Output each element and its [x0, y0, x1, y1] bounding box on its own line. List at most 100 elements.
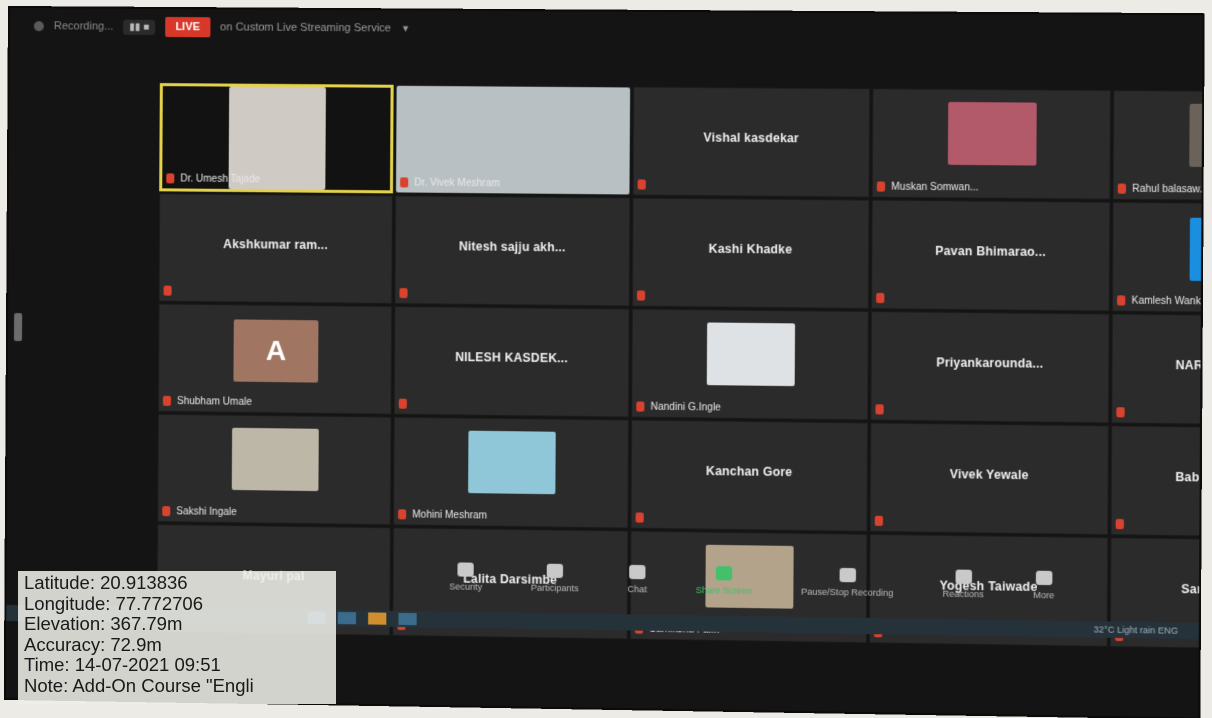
muted-mic-icon: [162, 506, 171, 517]
muted-mic-icon: [635, 512, 644, 523]
participant-tile[interactable]: A Shubham Umale: [157, 303, 393, 415]
participant-label: Muskan Somwan...: [891, 181, 979, 194]
accuracy-text: Accuracy: 72.9m: [24, 633, 162, 655]
participant-tile[interactable]: Babli rajma bara...: [1110, 425, 1203, 539]
participant-avatar: A: [233, 319, 319, 383]
participant-tile[interactable]: Nandini G.Ingle: [631, 308, 869, 421]
participant-name: Akshkumar ram...: [223, 237, 328, 253]
muted-mic-icon: [875, 404, 884, 415]
muted-mic-icon: [400, 177, 409, 188]
muted-mic-icon: [637, 179, 646, 190]
muted-mic-icon: [398, 398, 407, 409]
muted-mic-icon: [876, 181, 886, 192]
latitude-text: Latitude: 20.913836: [24, 572, 188, 593]
muted-mic-icon: [399, 287, 408, 299]
muted-mic-icon: [163, 285, 172, 296]
chevron-down-icon[interactable]: ▼: [401, 23, 410, 33]
chat-label: Chat: [627, 584, 647, 595]
pause-recording-button[interactable]: Pause/Stop Recording: [801, 567, 894, 617]
share-screen-icon: [715, 566, 733, 581]
security-label: Security: [449, 581, 483, 592]
participant-label: Sakshi Ingale: [176, 506, 237, 519]
participant-tile[interactable]: Dr. Umesh Tajade: [159, 83, 394, 194]
participant-label: Mohini Meshram: [412, 509, 488, 522]
participant-avatar: K: [1189, 217, 1203, 282]
participant-tile[interactable]: Vishal kasdekar: [632, 86, 871, 198]
longitude-text: Longitude: 77.772706: [24, 592, 204, 614]
participant-tile[interactable]: Akshkumar ram...: [158, 193, 393, 305]
muted-mic-icon: [874, 515, 884, 526]
participant-tile[interactable]: Pavan Bhimarao...: [870, 199, 1111, 312]
chat-button[interactable]: Chat: [627, 564, 647, 614]
share-screen-label: Share Screen: [695, 585, 753, 596]
meeting-topbar: Recording... ▮▮ ■ LIVE on Custom Live St…: [10, 8, 1203, 52]
participant-tile[interactable]: Kanchan Gore: [630, 419, 869, 532]
share-screen-button[interactable]: Share Screen: [696, 566, 753, 615]
recording-controls[interactable]: ▮▮ ■: [123, 19, 156, 35]
chat-icon: [629, 564, 646, 580]
participant-name: Babli rajma bara...: [1175, 470, 1203, 486]
participant-tile[interactable]: Dr. Vivek Meshram: [395, 84, 632, 196]
muted-mic-icon: [1116, 407, 1125, 418]
participants-button[interactable]: Participants: [531, 563, 579, 612]
participant-name: NARENDRA MULE: [1175, 358, 1203, 374]
taskbar-app-icon[interactable]: [337, 611, 357, 625]
participant-name: Priyankarounda...: [936, 355, 1044, 372]
taskbar-status: 32°C Light rain ENG: [1093, 624, 1179, 636]
taskbar-app-icon[interactable]: [398, 612, 417, 626]
recording-icon: [33, 21, 44, 32]
participant-tile[interactable]: Priyankarounda...: [870, 311, 1110, 424]
participant-tile[interactable]: Sakshi Ingale: [157, 413, 392, 526]
side-collapse-handle[interactable]: [13, 313, 23, 342]
people-icon: [546, 563, 563, 579]
participant-name: Vishal kasdekar: [703, 130, 800, 146]
pause-icon: [839, 567, 856, 583]
participant-tile[interactable]: K Kamlesh Wankha...: [1111, 201, 1203, 315]
participant-tile[interactable]: Kashi Khadke: [631, 197, 870, 310]
muted-mic-icon: [1115, 518, 1124, 530]
participant-label: Dr. Umesh Tajade: [180, 173, 261, 186]
participant-tile[interactable]: Rahul balasaw...: [1112, 89, 1203, 202]
participant-tile[interactable]: NILESH KASDEK...: [393, 306, 630, 418]
participant-tile[interactable]: Mohini Meshram: [392, 416, 630, 529]
recording-label[interactable]: Recording...: [54, 20, 114, 32]
muted-mic-icon: [876, 292, 885, 304]
participant-video: [231, 427, 319, 492]
muted-mic-icon: [162, 395, 171, 406]
reactions-button[interactable]: Reactions: [943, 569, 984, 618]
participant-tile[interactable]: NARENDRA MULE: [1111, 313, 1203, 427]
live-badge[interactable]: LIVE: [165, 16, 211, 38]
participant-label: Nandini G.Ingle: [650, 401, 721, 414]
more-label: More: [1033, 589, 1055, 601]
gps-overlay: Latitude: 20.913836 Longitude: 77.772706…: [18, 571, 336, 704]
more-button[interactable]: More: [1033, 570, 1055, 620]
muted-mic-icon: [398, 509, 407, 520]
participant-name: Vivek Yewale: [949, 467, 1029, 483]
muted-mic-icon: [166, 173, 175, 184]
participant-label: Kamlesh Wankha...: [1131, 295, 1203, 308]
reactions-label: Reactions: [942, 588, 984, 600]
participant-video: [947, 101, 1037, 166]
participant-tile[interactable]: Vivek Yewale: [869, 422, 1110, 536]
participant-name: Pavan Bhimarao...: [935, 244, 1046, 260]
pause-recording-label: Pause/Stop Recording: [801, 586, 894, 599]
stream-label[interactable]: on Custom Live Streaming Service: [220, 21, 391, 34]
participant-tile[interactable]: Muskan Somwan...: [871, 88, 1112, 200]
security-button[interactable]: Security: [449, 562, 482, 611]
participant-name: Nitesh sajju akh...: [458, 239, 566, 255]
muted-mic-icon: [636, 401, 645, 412]
participant-label: Dr. Vivek Meshram: [414, 177, 500, 190]
participant-label: Shubham Umale: [176, 395, 252, 408]
taskbar-app-icon[interactable]: [368, 612, 387, 625]
muted-mic-icon: [1117, 183, 1127, 194]
participant-name: Kanchan Gore: [705, 464, 793, 480]
ellipsis-icon: [1035, 570, 1053, 586]
participant-name: NILESH KASDEK...: [455, 350, 569, 366]
shield-icon: [457, 562, 474, 577]
elevation-text: Elevation: 367.79m: [24, 613, 183, 634]
participant-name: Kashi Khadke: [708, 242, 793, 258]
smile-icon: [955, 569, 972, 584]
muted-mic-icon: [636, 290, 646, 301]
participant-tile[interactable]: Nitesh sajju akh...: [394, 195, 631, 307]
participants-label: Participants: [530, 582, 579, 594]
